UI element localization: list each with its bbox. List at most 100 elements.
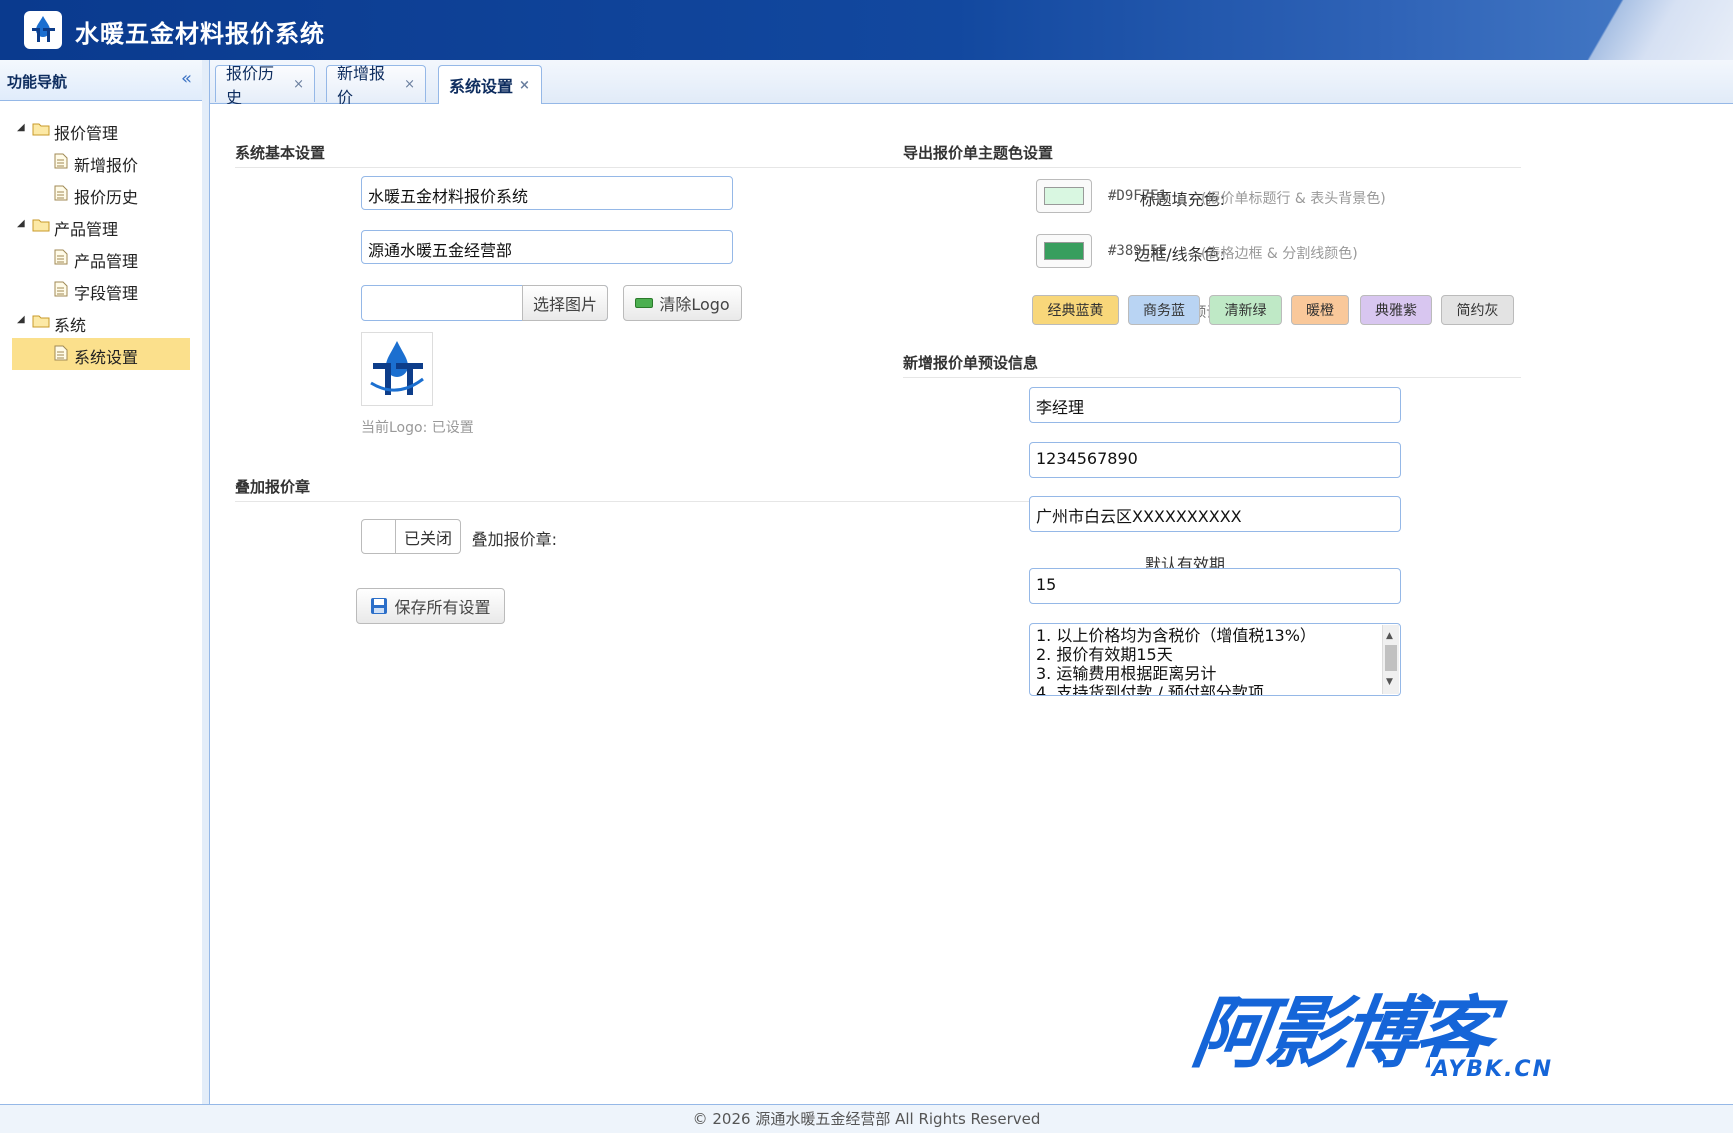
clear-logo-button[interactable]: 清除Logo [623,285,742,321]
document-icon [54,281,68,297]
notes-line: 1. 以上价格均为含税价（增值税13%） [1036,626,1316,645]
scroll-up-icon[interactable]: ▲ [1386,627,1393,646]
default-validity-input[interactable]: 15 [1029,568,1401,604]
folder-icon [32,219,50,232]
border-color-swatch [1044,242,1084,260]
collapse-sidebar-icon[interactable]: « [181,68,192,89]
default-phone-input[interactable]: 1234567890 [1029,442,1401,478]
sidebar-item-label: 系统设置 [74,348,139,367]
choose-image-button[interactable]: 选择图片 [522,285,608,321]
clear-logo-label: 清除Logo [659,295,730,314]
divider [903,377,1521,378]
tab-system-settings[interactable]: 系统设置 × [438,65,542,104]
border-color-hint: (表格边框 & 分割线颜色) [1201,246,1358,262]
title-fill-color-picker[interactable] [1036,179,1092,213]
expand-arrow-icon[interactable]: ◢ [17,218,25,229]
close-icon[interactable]: × [519,78,530,93]
sidebar-item-quote-history[interactable]: 报价历史 [0,178,202,210]
preset-elegant-purple-button[interactable]: 典雅紫 [1360,295,1432,325]
section-title-defaults: 新增报价单预设信息 [903,354,1039,372]
title-fill-hint: (报价单标题行 & 表头背景色) [1201,191,1386,207]
tab-label: 新增报价 [337,64,386,107]
close-icon[interactable]: × [293,77,304,92]
notes-line: 3. 运输费用根据距离另计 [1036,664,1217,683]
logo-preview-icon [370,341,424,395]
system-name-input[interactable]: 水暖五金材料报价系统 [361,176,733,210]
section-title-basic: 系统基本设置 [235,144,326,162]
tab-label: 报价历史 [226,64,275,107]
save-all-settings-button[interactable]: 保存所有设置 [356,588,505,624]
save-icon [371,598,388,614]
default-address-input[interactable]: 广州市白云区XXXXXXXXXX [1029,496,1401,532]
divider [235,501,1065,502]
app-logo [24,11,62,49]
close-icon[interactable]: × [404,77,415,92]
section-title-stamp: 叠加报价章 [235,478,311,496]
save-all-settings-label: 保存所有设置 [394,598,491,617]
document-icon [54,185,68,201]
tree-group-label: 报价管理 [54,124,119,143]
watermark-sub-text: AYBK.CN [1429,1057,1555,1082]
watermark: 阿影博客 AYBK.CN [1187,989,1573,1083]
toggle-knob [362,520,396,553]
sidebar-title: 功能导航 [7,73,68,91]
default-notes-textarea[interactable]: 1. 以上价格均为含税价（增值税13%） 2. 报价有效期15天 3. 运输费用… [1029,623,1401,696]
preset-warm-orange-button[interactable]: 暖橙 [1291,295,1349,325]
minus-bar-icon [635,298,654,308]
tree-group-product[interactable]: ◢ 产品管理 [0,210,202,242]
folder-icon [32,123,50,136]
sidebar-item-new-quote[interactable]: 新增报价 [0,146,202,178]
tree-group-label: 产品管理 [54,220,119,239]
header-shine [1543,0,1733,60]
stamp-toggle[interactable]: 已关闭 [361,519,461,554]
sidebar-item-product-management[interactable]: 产品管理 [0,242,202,274]
expand-arrow-icon[interactable]: ◢ [17,314,25,325]
tab-new-quote[interactable]: 新增报价 × [326,64,426,107]
sidebar-splitter[interactable] [202,60,210,1104]
section-title-theme: 导出报价单主题色设置 [903,144,1054,162]
sidebar-item-label: 字段管理 [74,284,139,303]
sidebar-header: 功能导航 « [0,60,202,101]
sidebar-item-label: 新增报价 [74,156,139,175]
sidebar: 功能导航 « ◢ 报价管理 新增报价 报价历史 ◢ 产品管理 产品管理 字段管理… [0,60,203,1104]
title-fill-hex: #D9F7E1 [1108,188,1168,204]
tree-group-label: 系统 [54,316,87,335]
footer-copyright: © 2026 源通水暖五金经营部 All Rights Reserved [0,1104,1733,1133]
border-color-picker[interactable] [1036,234,1092,268]
tree-group-system[interactable]: ◢ 系统 [0,306,202,338]
logo-status: 当前Logo: 已设置 [361,420,474,436]
tab-label: 系统设置 [449,77,514,96]
divider [903,167,1521,168]
notes-line: 4. 支持货到付款 / 预付部分款项 [1036,683,1264,696]
preset-simple-gray-button[interactable]: 简约灰 [1441,295,1514,325]
settings-panel: 系统基本设置 系统名称: 水暖五金材料报价系统 公司/单位: 源通水暖五金经营部… [210,104,1733,1104]
document-icon [54,345,68,361]
sidebar-item-label: 产品管理 [74,252,139,271]
border-color-hex: #389E5E [1108,243,1168,259]
sidebar-item-field-management[interactable]: 字段管理 [0,274,202,306]
sidebar-item-label: 报价历史 [74,188,139,207]
app-title: 水暖五金材料报价系统 [75,20,325,48]
sidebar-item-system-settings[interactable]: 系统设置 [12,338,190,370]
notes-scrollbar[interactable]: ▲ ▼ [1382,625,1399,694]
scroll-thumb[interactable] [1385,645,1397,671]
title-fill-swatch [1044,187,1084,205]
notes-line: 2. 报价有效期15天 [1036,645,1173,664]
default-contact-input[interactable]: 李经理 [1029,387,1401,423]
company-input[interactable]: 源通水暖五金经营部 [361,230,733,264]
tab-bar: 报价历史 × 新增报价 × 系统设置 × [210,60,1733,107]
folder-icon [32,315,50,328]
app-header: 水暖五金材料报价系统 [0,0,1733,60]
expand-arrow-icon[interactable]: ◢ [17,122,25,133]
preset-business-blue-button[interactable]: 商务蓝 [1128,295,1200,325]
tree-group-quote[interactable]: ◢ 报价管理 [0,114,202,146]
logo-icon [32,16,55,42]
logo-preview [361,332,433,406]
document-icon [54,153,68,169]
preset-classic-blue-yellow-button[interactable]: 经典蓝黄 [1032,295,1119,325]
preset-fresh-green-button[interactable]: 清新绿 [1209,295,1282,325]
tab-quote-history[interactable]: 报价历史 × [215,64,315,107]
scroll-down-icon[interactable]: ▼ [1386,673,1393,692]
nav-tree: ◢ 报价管理 新增报价 报价历史 ◢ 产品管理 产品管理 字段管理 ◢ 系统 系… [0,114,202,370]
document-icon [54,249,68,265]
